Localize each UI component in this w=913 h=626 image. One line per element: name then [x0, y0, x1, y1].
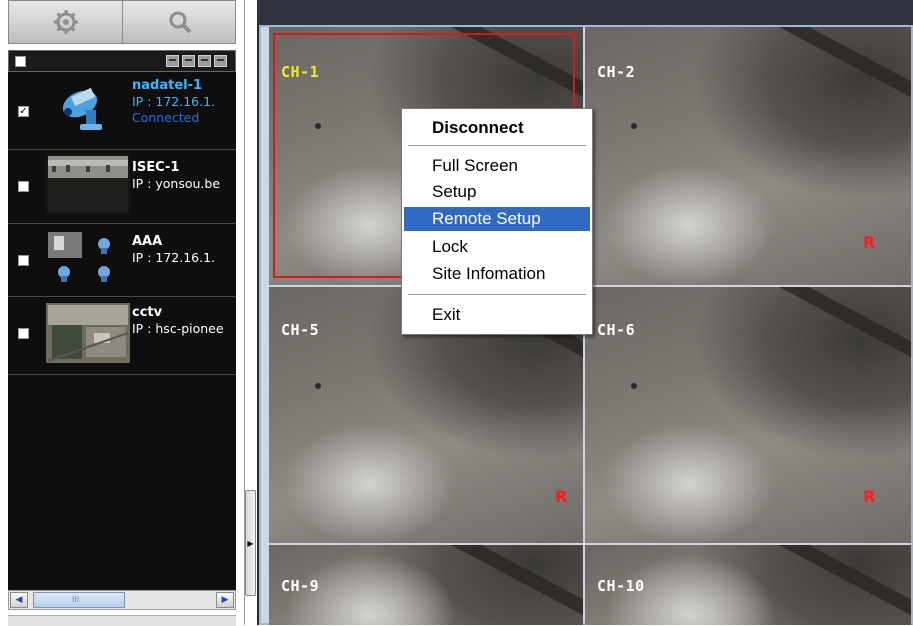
group-icon[interactable]: [166, 55, 179, 67]
site-ip: IP : hsc-pionee: [132, 321, 224, 336]
list-actions: [166, 55, 227, 67]
site-checkbox[interactable]: [18, 328, 29, 339]
channel-label: CH-10: [597, 577, 645, 595]
channel-label: CH-1: [281, 63, 320, 81]
site-item-aaa[interactable]: AAA IP : 172.16.1.: [8, 224, 236, 297]
recording-indicator: R: [863, 233, 876, 252]
panel-splitter[interactable]: ▶: [243, 0, 257, 625]
scene-thumbnail-icon: [46, 154, 130, 214]
select-all-checkbox[interactable]: [15, 56, 26, 67]
site-list-panel: ✓ nadatel-1 IP : 172.16.1. Connected ISE…: [0, 0, 243, 626]
site-item-cctv[interactable]: cctv IP : hsc-pionee: [8, 297, 236, 375]
site-list: ✓ nadatel-1 IP : 172.16.1. Connected ISE…: [8, 72, 236, 590]
scroll-left-button[interactable]: ◀: [10, 592, 28, 608]
recording-indicator: R: [555, 487, 568, 506]
site-checkbox[interactable]: [18, 255, 29, 266]
site-checkbox[interactable]: [18, 181, 29, 192]
site-list-header: [8, 50, 236, 72]
menu-item-site-information[interactable]: Site Infomation: [404, 262, 590, 286]
search-button[interactable]: [123, 1, 236, 43]
menu-separator: [408, 145, 586, 146]
site-ip: IP : yonsou.be: [132, 176, 221, 191]
channel-label: CH-6: [597, 321, 636, 339]
camera-thumbnail: [46, 154, 130, 214]
site-name: nadatel-1: [132, 78, 203, 93]
menu-item-disconnect[interactable]: Disconnect: [404, 113, 590, 143]
gear-icon: [53, 10, 78, 34]
channel-label: CH-9: [281, 577, 320, 595]
channel-cell-ch-9[interactable]: CH-9: [269, 545, 583, 625]
recording-indicator: R: [863, 487, 876, 506]
menu-item-remote-setup[interactable]: Remote Setup: [404, 207, 590, 231]
scene-thumbnail-icon: [46, 303, 130, 363]
magnifier-icon: [169, 11, 191, 34]
site-status: Connected: [132, 110, 200, 125]
site-name: AAA: [132, 234, 163, 249]
multi-camera-icon: [46, 228, 130, 288]
menu-item-exit[interactable]: Exit: [404, 303, 590, 327]
site-name: ISEC-1: [132, 160, 180, 175]
add-site-icon[interactable]: [182, 55, 195, 67]
edit-site-icon[interactable]: [214, 55, 227, 67]
sidebar-bottom-tabs: [8, 615, 236, 626]
menu-item-full-screen[interactable]: Full Screen: [404, 154, 590, 178]
channel-label: CH-2: [597, 63, 636, 81]
channel-cell-ch-2[interactable]: CH-2 R: [585, 27, 911, 285]
menu-separator: [408, 294, 586, 295]
menu-item-lock[interactable]: Lock: [404, 235, 590, 259]
camera-thumbnail: [46, 228, 130, 288]
scrollbar-grip: III: [72, 595, 80, 604]
expand-arrow-icon: ▶: [247, 538, 254, 548]
channel-context-menu: Disconnect Full Screen Setup Remote Setu…: [401, 108, 593, 335]
collapse-panel-handle[interactable]: ▶: [245, 490, 256, 596]
camera-thumbnail: [46, 78, 130, 138]
site-item-nadatel-1[interactable]: ✓ nadatel-1 IP : 172.16.1. Connected: [8, 72, 236, 150]
scroll-right-button[interactable]: ▶: [216, 592, 234, 608]
channel-label: CH-5: [281, 321, 320, 339]
site-ip: IP : 172.16.1.: [132, 94, 216, 109]
scrollbar-thumb[interactable]: III: [33, 592, 125, 608]
site-item-isec-1[interactable]: ISEC-1 IP : yonsou.be: [8, 150, 236, 224]
sidebar-toolbar: [8, 0, 236, 44]
settings-button[interactable]: [9, 1, 123, 43]
delete-site-icon[interactable]: [198, 55, 211, 67]
camera-thumbnail: [46, 303, 130, 363]
ptz-camera-icon: [46, 78, 130, 138]
channel-cell-ch-6[interactable]: CH-6 R: [585, 287, 911, 543]
site-list-scrollbar[interactable]: ◀ III ▶: [8, 590, 236, 610]
menu-item-setup[interactable]: Setup: [404, 180, 590, 204]
site-ip: IP : 172.16.1.: [132, 250, 216, 265]
channel-cell-ch-10[interactable]: CH-10: [585, 545, 911, 625]
video-toolbar: [257, 0, 913, 25]
site-name: cctv: [132, 305, 163, 320]
site-checkbox[interactable]: ✓: [18, 106, 29, 117]
